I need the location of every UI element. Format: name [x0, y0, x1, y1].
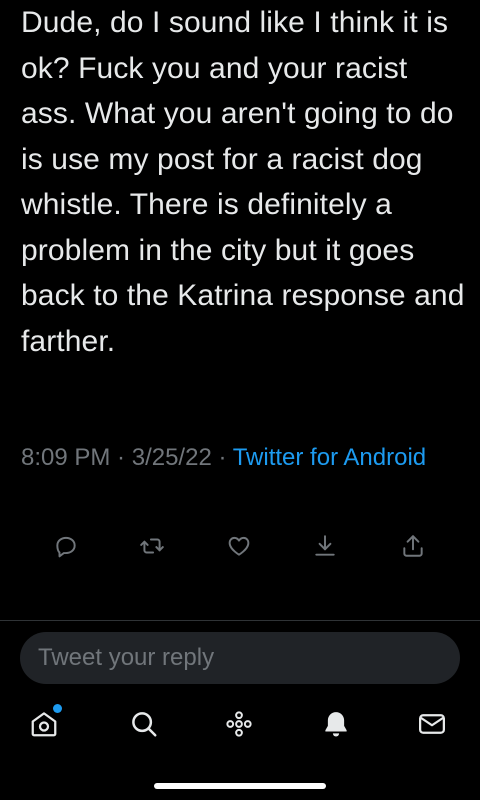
spaces-icon: [226, 711, 252, 737]
notifications-icon: [325, 712, 347, 737]
reply-icon: [56, 536, 76, 558]
home-indicator[interactable]: [154, 783, 326, 789]
retweet-icon: [140, 538, 164, 554]
reply-button[interactable]: [48, 528, 84, 564]
retweet-button[interactable]: [134, 528, 170, 564]
share-button[interactable]: [395, 528, 431, 564]
tweet-detail-screen: Dude, do I sound like I think it is ok? …: [0, 0, 480, 800]
tweet-date: 3/25/22: [131, 444, 212, 471]
download-icon: [315, 535, 335, 556]
tweet-source-link[interactable]: Twitter for Android: [233, 444, 426, 471]
nav-messages[interactable]: [408, 700, 456, 748]
meta-separator: ·: [110, 444, 132, 471]
share-icon: [403, 535, 423, 557]
nav-home[interactable]: [20, 700, 68, 748]
nav-search[interactable]: [120, 700, 168, 748]
tweet-text: Dude, do I sound like I think it is ok? …: [21, 6, 465, 358]
tweet-actions-bar: [0, 528, 480, 564]
tweet-time: 8:09 PM: [21, 444, 111, 471]
meta-separator: ·: [211, 444, 233, 471]
download-button[interactable]: [307, 528, 343, 564]
tweet-metadata: 8:09 PM · 3/25/22 · Twitter for Android: [21, 440, 461, 475]
nav-notifications[interactable]: [312, 700, 360, 748]
divider: [0, 620, 480, 621]
new-content-dot: [53, 704, 62, 713]
bottom-navigation: [0, 700, 480, 750]
nav-spaces[interactable]: [215, 700, 263, 748]
like-icon: [228, 536, 250, 556]
reply-composer[interactable]: [20, 632, 460, 684]
home-icon: [31, 712, 57, 737]
like-button[interactable]: [221, 528, 257, 564]
search-icon: [132, 712, 157, 737]
reply-input[interactable]: [36, 643, 440, 673]
messages-icon: [419, 714, 445, 734]
